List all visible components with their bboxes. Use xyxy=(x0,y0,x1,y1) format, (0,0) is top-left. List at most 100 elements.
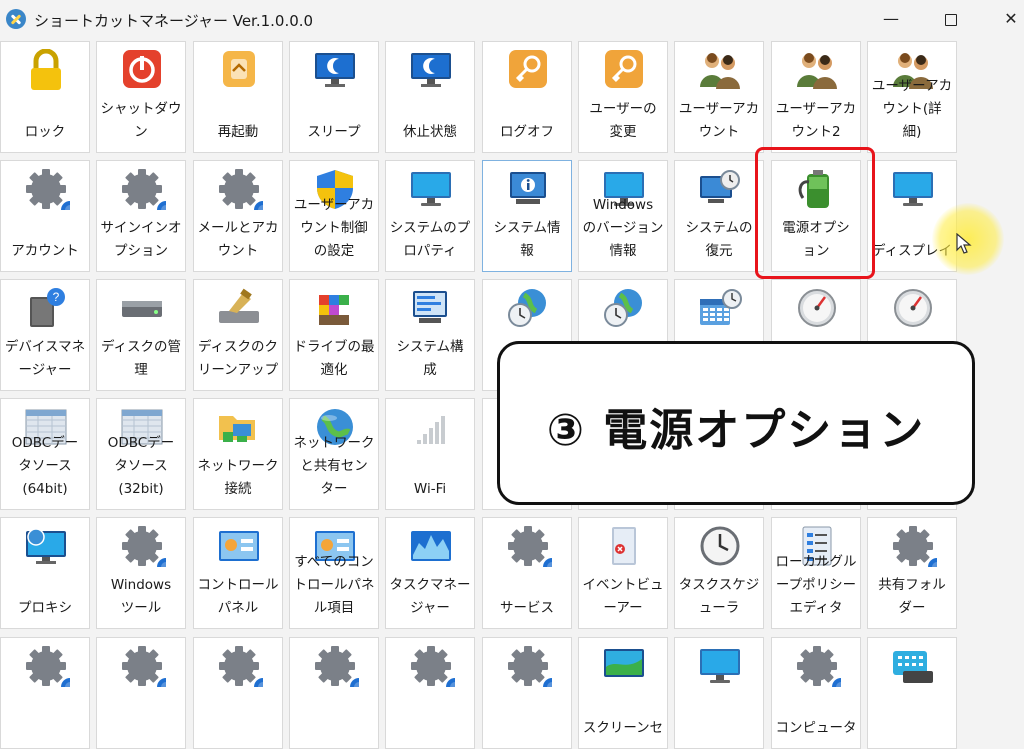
shortcut-tile[interactable]: タスクスケジ ューラ xyxy=(674,517,764,629)
shortcut-tile[interactable]: ネットワーク 接続 xyxy=(193,398,283,510)
gear-icon xyxy=(504,525,561,576)
shortcut-tile[interactable] xyxy=(867,637,957,749)
gear-icon xyxy=(118,645,175,696)
shortcut-tile[interactable]: ロック xyxy=(0,41,90,153)
shortcut-tile[interactable]: ユーザーアカ ウント2 xyxy=(771,41,861,153)
gear-icon xyxy=(118,168,175,219)
shortcut-tile[interactable]: サービス xyxy=(482,517,572,629)
sleep-monitor-icon xyxy=(311,49,359,91)
shortcut-tile[interactable]: スリープ xyxy=(289,41,379,153)
shortcut-label: システム情 報 xyxy=(493,220,561,259)
shortcut-tile[interactable]: ODBCデー タソース (64bit) xyxy=(0,398,90,510)
gear-icon xyxy=(22,645,79,696)
shortcut-label: ログオフ xyxy=(500,124,554,140)
shortcut-label: ユーザーアカ ウント2 xyxy=(775,101,857,140)
gear-icon xyxy=(793,645,850,696)
shortcut-tile[interactable]: Wi-Fi xyxy=(385,398,475,510)
shortcut-tile[interactable]: シャットダウ ン xyxy=(96,41,186,153)
minimize-button[interactable]: — xyxy=(868,4,914,34)
shortcut-tile[interactable]: 再起動 xyxy=(193,41,283,153)
disk-icon xyxy=(118,287,166,329)
shortcut-tile[interactable]: コンピュータ xyxy=(771,637,861,749)
close-button[interactable]: ✕ xyxy=(988,4,1024,34)
shortcut-tile[interactable]: システムの 復元 xyxy=(674,160,764,272)
users-icon xyxy=(793,49,841,91)
shortcut-label: ユーザーアカ ウント制御 の設定 xyxy=(293,197,375,259)
shortcut-tile[interactable]: サインインオ プション xyxy=(96,160,186,272)
users-icon xyxy=(696,49,744,91)
shortcut-tile[interactable]: コントロール パネル xyxy=(193,517,283,629)
shortcut-tile[interactable] xyxy=(0,637,90,749)
shortcut-label: プロキシ xyxy=(18,600,72,616)
shortcut-tile[interactable]: システム構 成 xyxy=(385,279,475,391)
shortcut-label: タスクマネー ジャー xyxy=(389,577,471,616)
shortcut-tile[interactable]: ログオフ xyxy=(482,41,572,153)
shortcut-label: スクリーンセ xyxy=(582,720,664,736)
shortcut-tile[interactable]: システムのプ ロパティ xyxy=(385,160,475,272)
shortcut-tile[interactable]: 休止状態 xyxy=(385,41,475,153)
shortcut-tile[interactable]: すべてのコン トロールパネ ル項目 xyxy=(289,517,379,629)
shortcut-tile[interactable]: ディスクのク リーンアップ xyxy=(193,279,283,391)
shortcut-label: ユーザーの 変更 xyxy=(589,101,657,140)
gauge-icon xyxy=(793,287,841,329)
shortcut-tile[interactable]: ODBCデー タソース (32bit) xyxy=(96,398,186,510)
monitor-icon xyxy=(889,168,937,210)
shortcut-tile[interactable]: ネットワーク と共有セン ター xyxy=(289,398,379,510)
shortcut-label: メールとアカ ウント xyxy=(197,220,279,259)
shortcut-tile[interactable]: 共有フォル ダー xyxy=(867,517,957,629)
wifi-signal-icon xyxy=(407,406,455,448)
app-tools-icon xyxy=(6,9,26,29)
shortcut-tile[interactable] xyxy=(385,637,475,749)
shortcut-tile[interactable]: ユーザーアカ ウント xyxy=(674,41,764,153)
shortcut-label: ユーザーアカ ウント xyxy=(678,101,760,140)
shortcut-tile[interactable]: ドライブの最 適化 xyxy=(289,279,379,391)
globe-clock-icon xyxy=(504,287,552,329)
shortcut-tile[interactable]: ローカルグル ープポリシー エディタ xyxy=(771,517,861,629)
shortcut-label: ネットワーク と共有セン ター xyxy=(293,435,375,497)
maximize-button[interactable] xyxy=(928,4,974,34)
event-viewer-icon xyxy=(600,525,648,567)
shortcut-label: 再起動 xyxy=(217,124,259,140)
gear-icon xyxy=(118,525,175,576)
shortcut-label: Windows のバージョン 情報 xyxy=(582,197,664,259)
shortcut-tile[interactable] xyxy=(289,637,379,749)
shortcut-tile[interactable]: ユーザーアカ ウント制御 の設定 xyxy=(289,160,379,272)
shortcut-tile[interactable] xyxy=(96,637,186,749)
network-folder-icon xyxy=(215,406,263,448)
restart-icon xyxy=(215,49,263,91)
shortcut-tile[interactable]: イベントビュ ーアー xyxy=(578,517,668,629)
shortcut-tile[interactable]: Windows のバージョン 情報 xyxy=(578,160,668,272)
shortcut-label: コンピュータ xyxy=(775,720,857,736)
shortcut-tile[interactable]: アカウント xyxy=(0,160,90,272)
shortcut-tile[interactable]: プロキシ xyxy=(0,517,90,629)
shortcut-tile[interactable] xyxy=(674,637,764,749)
shortcut-tile[interactable] xyxy=(482,637,572,749)
control-panel-icon xyxy=(215,525,263,567)
system-restore-icon xyxy=(696,168,744,210)
window-title: ショートカットマネージャー Ver.1.0.0.0 xyxy=(34,12,314,30)
shortcut-label: コントロール パネル xyxy=(197,577,279,616)
proxy-monitor-icon xyxy=(22,525,70,567)
shortcut-tile[interactable]: メールとアカ ウント xyxy=(193,160,283,272)
shortcut-tile[interactable] xyxy=(193,637,283,749)
gear-icon xyxy=(22,168,79,219)
shortcut-tile[interactable]: スクリーンセ xyxy=(578,637,668,749)
shortcut-label: ロック xyxy=(24,124,66,140)
shortcut-label: アカウント xyxy=(11,243,79,259)
gear-icon xyxy=(215,168,272,219)
shortcut-label: スリープ xyxy=(307,124,361,140)
shortcut-label: イベントビュ ーアー xyxy=(582,577,664,616)
shortcut-label: ディスクの管 理 xyxy=(100,339,182,378)
shortcut-label: システム構 成 xyxy=(396,339,464,378)
keyboard-icon xyxy=(889,645,937,687)
shortcut-tile[interactable]: ユーザーアカ ウント(詳 細) xyxy=(867,41,957,153)
mouse-cursor-icon xyxy=(956,233,972,254)
shortcut-tile[interactable]: ディスクの管 理 xyxy=(96,279,186,391)
shortcut-label: サービス xyxy=(500,600,554,616)
key-icon xyxy=(504,49,552,91)
shortcut-tile[interactable]: Windows ツール xyxy=(96,517,186,629)
shortcut-tile[interactable]: タスクマネー ジャー xyxy=(385,517,475,629)
shortcut-tile[interactable]: ユーザーの 変更 xyxy=(578,41,668,153)
shortcut-tile[interactable]: ? デバイスマネ ージャー xyxy=(0,279,90,391)
shortcut-tile[interactable]: システム情 報 xyxy=(482,160,572,272)
